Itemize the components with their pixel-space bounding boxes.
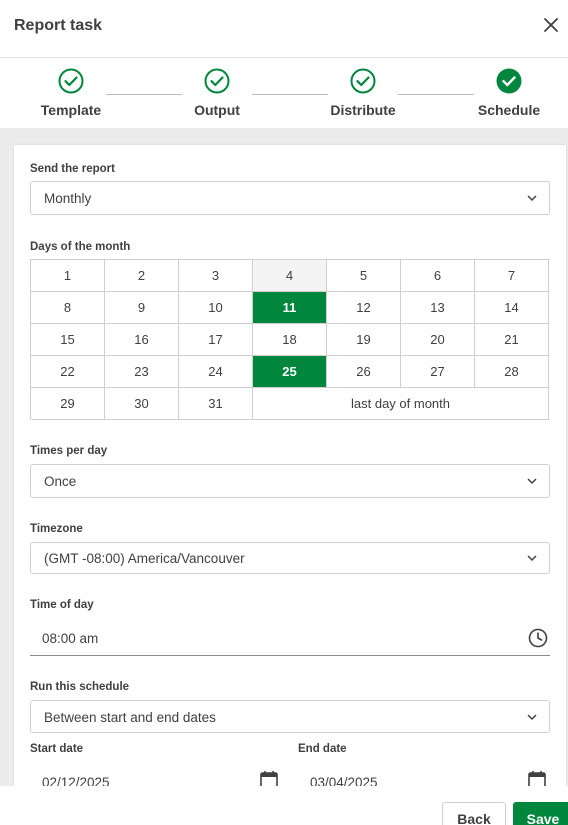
step-label: Output <box>194 102 240 118</box>
day-cell[interactable]: 3 <box>179 260 253 292</box>
day-cell[interactable]: 21 <box>475 324 549 356</box>
day-cell[interactable]: 1 <box>31 260 105 292</box>
send-report-label: Send the report <box>30 163 115 175</box>
check-circle-filled-icon <box>496 68 522 94</box>
day-cell[interactable]: 12 <box>327 292 401 324</box>
send-report-select[interactable]: Monthly <box>30 181 550 215</box>
run-schedule-value: Between start and end dates <box>44 710 216 725</box>
day-cell[interactable]: 30 <box>105 388 179 420</box>
step-label: Distribute <box>330 102 396 118</box>
run-schedule-select[interactable]: Between start and end dates <box>30 700 550 733</box>
calendar-icon[interactable] <box>260 770 278 786</box>
times-per-day-value: Once <box>44 474 77 489</box>
start-date-input[interactable]: 02/12/2025 <box>30 767 280 786</box>
day-cell[interactable]: 16 <box>105 324 179 356</box>
chevron-down-icon <box>527 195 537 202</box>
back-button[interactable]: Back <box>442 802 506 825</box>
step-distribute[interactable]: Distribute <box>313 68 413 118</box>
close-icon[interactable] <box>542 16 560 34</box>
step-schedule[interactable]: Schedule <box>459 68 559 118</box>
day-cell[interactable]: 29 <box>31 388 105 420</box>
days-of-month-grid: 1 2 3 4 5 6 7 8 9 10 11 12 13 14 15 16 17 18 19 20 21 22 23 24 2… <box>30 259 550 420</box>
day-cell[interactable]: 4 <box>253 260 327 292</box>
timezone-value: (GMT -08:00) America/Vancouver <box>44 551 245 566</box>
day-cell[interactable]: 11 <box>253 292 327 324</box>
day-cell[interactable]: 7 <box>475 260 549 292</box>
day-cell[interactable]: 26 <box>327 356 401 388</box>
dialog-footer: Back Save <box>0 786 568 825</box>
day-cell[interactable]: 14 <box>475 292 549 324</box>
start-date-label: Start date <box>30 743 84 755</box>
end-date-label: End date <box>298 743 347 755</box>
day-cell[interactable]: 27 <box>401 356 475 388</box>
times-per-day-select[interactable]: Once <box>30 464 550 498</box>
check-circle-icon <box>350 68 376 94</box>
day-cell[interactable]: 18 <box>253 324 327 356</box>
start-date-value: 02/12/2025 <box>42 775 110 786</box>
day-cell[interactable]: 17 <box>179 324 253 356</box>
day-cell[interactable]: 13 <box>401 292 475 324</box>
time-of-day-label: Time of day <box>30 599 94 611</box>
day-cell[interactable]: 8 <box>31 292 105 324</box>
check-circle-icon <box>204 68 230 94</box>
day-cell[interactable]: 15 <box>31 324 105 356</box>
day-cell[interactable]: 5 <box>327 260 401 292</box>
check-circle-icon <box>58 68 84 94</box>
save-button[interactable]: Save <box>513 802 568 825</box>
day-cell[interactable]: 2 <box>105 260 179 292</box>
clock-icon[interactable] <box>528 628 548 648</box>
day-cell[interactable]: 28 <box>475 356 549 388</box>
chevron-down-icon <box>527 555 537 562</box>
day-cell[interactable]: 23 <box>105 356 179 388</box>
calendar-icon[interactable] <box>528 770 546 786</box>
step-label: Schedule <box>477 102 541 118</box>
dialog-title: Report task <box>14 17 103 34</box>
run-schedule-label: Run this schedule <box>30 681 130 693</box>
send-report-value: Monthly <box>44 191 92 206</box>
day-cell[interactable]: 6 <box>401 260 475 292</box>
day-cell[interactable]: 24 <box>179 356 253 388</box>
timezone-select[interactable]: (GMT -08:00) America/Vancouver <box>30 542 550 574</box>
day-cell[interactable]: 19 <box>327 324 401 356</box>
day-cell[interactable]: 22 <box>31 356 105 388</box>
schedule-form: Send the report Monthly Days of the mont… <box>14 145 566 786</box>
chevron-down-icon <box>527 478 537 485</box>
dialog-header: Report task <box>0 0 568 58</box>
times-per-day-label: Times per day <box>30 445 108 457</box>
step-label: Template <box>40 102 102 118</box>
days-of-month-label: Days of the month <box>30 241 131 253</box>
step-output[interactable]: Output <box>167 68 267 118</box>
time-of-day-value: 08:00 am <box>42 631 99 646</box>
end-date-value: 03/04/2025 <box>310 775 378 786</box>
time-of-day-input[interactable]: 08:00 am <box>30 621 550 656</box>
chevron-down-icon <box>527 714 537 721</box>
day-cell[interactable]: 9 <box>105 292 179 324</box>
wizard-stepper: Template Output Distribute Schedule <box>0 59 568 128</box>
timezone-label: Timezone <box>30 523 83 535</box>
last-day-of-month-cell[interactable]: last day of month <box>253 388 549 420</box>
day-cell[interactable]: 20 <box>401 324 475 356</box>
end-date-input[interactable]: 03/04/2025 <box>298 767 548 786</box>
day-cell[interactable]: 25 <box>253 356 327 388</box>
step-template[interactable]: Template <box>21 68 121 118</box>
day-cell[interactable]: 31 <box>179 388 253 420</box>
day-cell[interactable]: 10 <box>179 292 253 324</box>
